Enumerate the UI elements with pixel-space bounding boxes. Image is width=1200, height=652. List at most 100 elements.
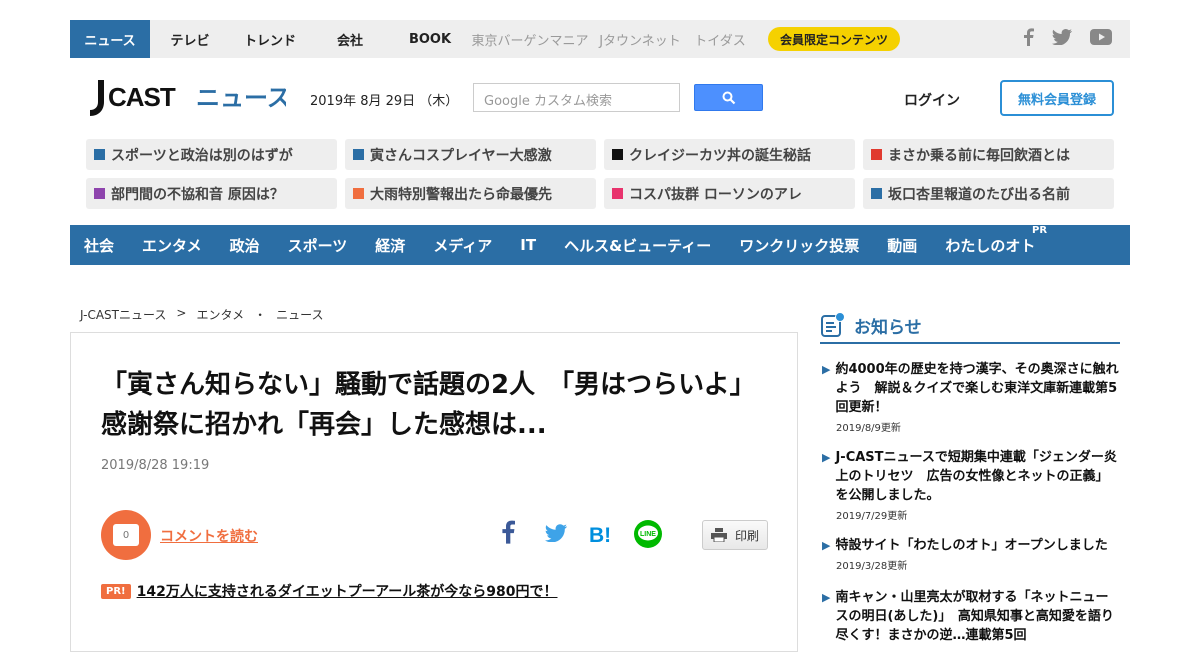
top-nav: ニュース テレビ トレンド 会社 BOOK 東京バーゲンマニア Jタウンネット … [70, 20, 1130, 58]
breadcrumb-entertainment[interactable]: エンタメ [196, 306, 244, 323]
topic-label: クレイジーカツ丼の誕生秘話 [629, 147, 811, 164]
category-watashi-no-oto[interactable]: わたしのオト [945, 235, 1035, 256]
topic-label: 部門間の不協和音 原因は？ [111, 186, 284, 203]
svg-text:ニュース: ニュース [196, 84, 286, 112]
category-sports[interactable]: スポーツ [288, 235, 348, 256]
topic-link[interactable]: 寅さんコスプレイヤー大感激 [345, 139, 596, 170]
topic-marker [353, 188, 364, 199]
pr-ad: PR! 142万人に支持されるダイエットプーアール茶が今なら980円で！ [101, 581, 558, 601]
current-date: 2019年 8月 29日 （木） [310, 94, 459, 109]
category-it[interactable]: IT [520, 236, 536, 254]
tab-j-town-net[interactable]: Jタウンネット [590, 20, 690, 58]
notice-title-text: J-CASTニュースで短期集中連載「ジェンダー炎上のトリセツ 広告の女性像とネッ… [835, 450, 1117, 503]
article-headline: 「寅さん知らない」騒動で話題の2人 「男はつらいよ」感謝祭に招かれ「再会」した感… [101, 370, 756, 440]
category-entertainment[interactable]: エンタメ [142, 235, 202, 256]
category-health-beauty[interactable]: ヘルス&ビューティー [564, 235, 711, 256]
topic-label: 坂口杏里報道のたび出る名前 [888, 186, 1070, 203]
topic-marker [94, 149, 105, 160]
breadcrumb-separator: > [176, 306, 187, 320]
jcast-news-logo[interactable]: CAST ニュース [86, 76, 291, 122]
triangle-bullet-icon: ▶ [822, 539, 831, 552]
topic-label: スポーツと政治は別のはずが [111, 147, 293, 164]
category-nav: 社会 エンタメ 政治 スポーツ 経済 メディア IT ヘルス&ビューティー ワン… [70, 225, 1130, 265]
twitter-share-icon[interactable] [545, 524, 567, 546]
tab-toidas[interactable]: トイダス [690, 20, 750, 58]
category-economy[interactable]: 経済 [375, 235, 405, 256]
breadcrumb-separator: ・ [254, 308, 267, 322]
pr-badge: PR! [101, 583, 131, 599]
topic-marker [612, 188, 623, 199]
print-button[interactable]: 印刷 [702, 520, 768, 550]
topic-link[interactable]: まさか乗る前に毎回飲酒とは [863, 139, 1114, 170]
tab-tokyo-bargain-mania[interactable]: 東京バーゲンマニア [470, 20, 590, 58]
triangle-bullet-icon: ▶ [822, 363, 831, 376]
topic-label: まさか乗る前に毎回飲酒とは [888, 147, 1070, 164]
breadcrumb-news[interactable]: ニュース [276, 306, 323, 323]
breadcrumb-home[interactable]: J-CASTニュース [80, 306, 166, 323]
notice-icon [821, 312, 845, 337]
topic-link[interactable]: スポーツと政治は別のはずが [86, 139, 337, 170]
member-content-button[interactable]: 会員限定コンテンツ [768, 27, 901, 51]
search-input[interactable]: Google カスタム検索 [473, 83, 680, 112]
notice-header: お知らせ [820, 308, 1120, 344]
notice-title: お知らせ [854, 317, 922, 338]
svg-text:CAST: CAST [108, 82, 176, 112]
breadcrumb: J-CASTニュース > エンタメ ・ ニュース [80, 306, 324, 323]
svg-text:B!: B! [589, 524, 611, 545]
article-date: 2019/8/28 19:19 [101, 458, 210, 473]
topic-link[interactable]: 坂口杏里報道のたび出る名前 [863, 178, 1114, 209]
category-one-click-vote[interactable]: ワンクリック投票 [739, 235, 859, 256]
topic-marker [94, 188, 105, 199]
notice-item[interactable]: ▶ 特設サイト「わたしのオト」オープンしました 2019/3/28更新 [822, 536, 1120, 572]
notice-date: 2019/7/29更新 [836, 511, 908, 522]
social-links [1022, 20, 1112, 58]
topic-link[interactable]: クレイジーカツ丼の誕生秘話 [604, 139, 855, 170]
pr-ad-link[interactable]: 142万人に支持されるダイエットプーアール茶が今なら980円で！ [137, 581, 558, 601]
facebook-icon[interactable] [1022, 28, 1034, 50]
notice-title-text: 特設サイト「わたしのオト」オープンしました [835, 538, 1108, 553]
topic-link[interactable]: コスパ抜群 ローソンのアレ [604, 178, 855, 209]
printer-icon [710, 528, 727, 542]
topic-marker [871, 149, 882, 160]
topic-link[interactable]: 部門間の不協和音 原因は？ [86, 178, 337, 209]
topic-marker [871, 188, 882, 199]
topic-marker [353, 149, 364, 160]
topic-link[interactable]: 大雨特別警報出たら命最優先 [345, 178, 596, 209]
notice-item[interactable]: ▶ J-CASTニュースで短期集中連載「ジェンダー炎上のトリセツ 広告の女性像とネ… [822, 448, 1120, 522]
line-share-icon[interactable]: LINE [633, 519, 663, 553]
tab-tv[interactable]: テレビ [150, 20, 230, 58]
svg-text:LINE: LINE [640, 531, 656, 538]
login-link[interactable]: ログイン [904, 90, 960, 110]
comment-count-button[interactable]: 0 [101, 510, 151, 560]
category-politics[interactable]: 政治 [230, 235, 260, 256]
notice-date: 2019/8/9更新 [836, 423, 901, 434]
pr-label: PR [1032, 225, 1048, 236]
search-button[interactable] [694, 84, 763, 111]
twitter-icon[interactable] [1052, 29, 1072, 49]
read-comments-link[interactable]: コメントを読む [160, 526, 258, 546]
topic-marker [612, 149, 623, 160]
tab-book[interactable]: BOOK [390, 20, 470, 58]
category-video[interactable]: 動画 [887, 235, 917, 256]
triangle-bullet-icon: ▶ [822, 451, 831, 464]
notice-date: 2019/3/28更新 [836, 561, 908, 572]
notice-item[interactable]: ▶ 約4000年の歴史を持つ漢字、その奥深さに触れよう 解説＆クイズで楽しむ東洋文… [822, 360, 1120, 434]
topic-label: コスパ抜群 ローソンのアレ [629, 186, 802, 203]
search-icon [722, 91, 735, 104]
tab-news[interactable]: ニュース [70, 20, 150, 58]
print-label: 印刷 [734, 528, 759, 543]
hatena-bookmark-icon[interactable]: B! [589, 523, 615, 549]
tab-trend[interactable]: トレンド [230, 20, 310, 58]
comment-count: 0 [113, 524, 139, 546]
free-register-button[interactable]: 無料会員登録 [1000, 80, 1114, 116]
topic-label: 大雨特別警報出たら命最優先 [370, 186, 552, 203]
triangle-bullet-icon: ▶ [822, 591, 831, 604]
notice-item[interactable]: ▶ 南キャン・山里亮太が取材する「ネットニュースの明日(あした)」 高知県知事と高… [822, 588, 1120, 645]
youtube-icon[interactable] [1090, 29, 1112, 49]
article-box: 「寅さん知らない」騒動で話題の2人 「男はつらいよ」感謝祭に招かれ「再会」した感… [70, 332, 798, 652]
facebook-share-icon[interactable] [501, 520, 515, 548]
category-media[interactable]: メディア [433, 235, 492, 256]
topic-label: 寅さんコスプレイヤー大感激 [370, 147, 552, 164]
tab-company[interactable]: 会社 [310, 20, 390, 58]
category-society[interactable]: 社会 [84, 235, 114, 256]
